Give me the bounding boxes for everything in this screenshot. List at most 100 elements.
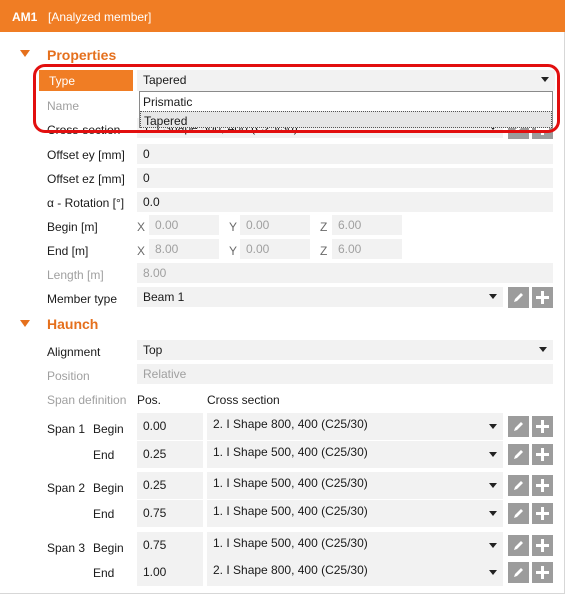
section-haunch-title: Haunch (47, 316, 99, 332)
end-z-input: 6.00 (332, 239, 402, 259)
begin-row-label: Begin (93, 541, 124, 555)
member-id: AM1 (12, 10, 38, 24)
add-cross-section-button[interactable] (532, 416, 553, 437)
begin-z-input: 6.00 (332, 215, 402, 235)
position-label: Position (47, 369, 90, 383)
alignment-label: Alignment (47, 345, 101, 359)
chevron-down-icon (489, 483, 497, 488)
end-row-label: End (93, 448, 115, 462)
pencil-icon (514, 541, 523, 550)
span-label: Span 1 (47, 422, 86, 436)
edit-cross-section-button[interactable] (508, 444, 529, 465)
edit-cross-section-button[interactable] (508, 416, 529, 437)
add-cross-section-button[interactable] (532, 503, 553, 524)
add-member-type-button[interactable] (532, 287, 553, 308)
span-begin-cross-section-value: 1. I Shape 500, 400 (C25/30) (213, 476, 368, 490)
edit-cross-section-button[interactable] (508, 562, 529, 583)
begin-x-input: 0.00 (149, 215, 219, 235)
begin-row-label: Begin (93, 481, 124, 495)
pos-column-header: Pos. (137, 393, 162, 407)
panel-header: AM1 [Analyzed member] (0, 0, 565, 32)
offset-ez-label: Offset ez [mm] (47, 172, 125, 186)
member-type-select[interactable]: Beam 1 (137, 287, 503, 307)
end-z-axis-label: Z (320, 244, 328, 258)
span-end-cross-section-value: 2. I Shape 800, 400 (C25/30) (213, 563, 368, 577)
span-end-cross-section-select[interactable]: 1. I Shape 500, 400 (C25/30) (207, 441, 503, 468)
plus-icon (536, 566, 549, 579)
plus-icon (536, 507, 549, 520)
span-begin-cross-section-value: 1. I Shape 500, 400 (C25/30) (213, 536, 368, 550)
cross-section-column-header: Cross section (207, 393, 280, 407)
plus-icon (536, 539, 549, 552)
chevron-down-icon (489, 294, 497, 299)
span-begin-pos-input[interactable]: 0.00 (137, 413, 203, 440)
begin-z-axis-label: Z (320, 220, 328, 234)
begin-x-axis-label: X (137, 220, 146, 234)
rotation-input[interactable]: 0.0 (137, 192, 553, 212)
span-end-pos-input[interactable]: 0.75 (137, 500, 203, 527)
length-value: 8.00 (137, 263, 553, 283)
pencil-icon (514, 422, 523, 431)
span-definition-label: Span definition (47, 393, 127, 407)
span-end-cross-section-value: 1. I Shape 500, 400 (C25/30) (213, 445, 368, 459)
edit-cross-section-button[interactable] (508, 503, 529, 524)
chevron-down-icon (489, 570, 497, 575)
end-x-axis-label: X (137, 244, 146, 258)
span-end-pos-input[interactable]: 1.00 (137, 559, 203, 586)
member-type-label: Member type (47, 292, 118, 306)
end-y-axis-label: Y (229, 244, 238, 258)
add-cross-section-button[interactable] (532, 562, 553, 583)
add-cross-section-button[interactable] (532, 475, 553, 496)
edit-cross-section-button[interactable] (508, 535, 529, 556)
end-row-label: End (93, 566, 115, 580)
span-end-pos-input[interactable]: 0.25 (137, 441, 203, 468)
collapse-properties-icon[interactable] (20, 50, 30, 57)
chevron-down-icon (489, 511, 497, 516)
span-begin-pos-input[interactable]: 0.25 (137, 472, 203, 499)
end-row-label: End (93, 507, 115, 521)
span-label: Span 2 (47, 481, 86, 495)
offset-ez-input[interactable]: 0 (137, 168, 553, 188)
member-type-value: Beam 1 (143, 290, 185, 304)
highlight-box (33, 64, 560, 133)
collapse-haunch-icon[interactable] (20, 320, 30, 327)
chevron-down-icon (489, 543, 497, 548)
span-begin-cross-section-select[interactable]: 2. I Shape 800, 400 (C25/30) (207, 413, 503, 440)
position-value: Relative (137, 364, 553, 384)
span-begin-pos-input[interactable]: 0.75 (137, 532, 203, 559)
plus-icon (536, 291, 549, 304)
span-begin-cross-section-select[interactable]: 1. I Shape 500, 400 (C25/30) (207, 472, 503, 499)
plus-icon (536, 479, 549, 492)
section-properties-title: Properties (47, 47, 117, 63)
plus-icon (536, 448, 549, 461)
span-begin-cross-section-select[interactable]: 1. I Shape 500, 400 (C25/30) (207, 532, 503, 559)
add-cross-section-button[interactable] (532, 535, 553, 556)
span-end-cross-section-value: 1. I Shape 500, 400 (C25/30) (213, 504, 368, 518)
offset-ey-label: Offset ey [mm] (47, 148, 125, 162)
span-end-cross-section-select[interactable]: 2. I Shape 800, 400 (C25/30) (207, 559, 503, 586)
end-label: End [m] (47, 244, 89, 258)
end-x-input: 8.00 (149, 239, 219, 259)
alignment-select[interactable]: Top (137, 340, 553, 360)
edit-cross-section-button[interactable] (508, 475, 529, 496)
pencil-icon (514, 481, 523, 490)
member-name: [Analyzed member] (48, 10, 152, 24)
pencil-icon (514, 450, 523, 459)
chevron-down-icon (489, 452, 497, 457)
span-begin-cross-section-value: 2. I Shape 800, 400 (C25/30) (213, 417, 368, 431)
pencil-icon (514, 293, 523, 302)
offset-ey-input[interactable]: 0 (137, 144, 553, 164)
pencil-icon (514, 568, 523, 577)
begin-label: Begin [m] (47, 220, 98, 234)
end-y-input: 0.00 (240, 239, 310, 259)
alignment-value: Top (143, 343, 163, 357)
length-label: Length [m] (47, 268, 104, 282)
chevron-down-icon (539, 347, 547, 352)
add-cross-section-button[interactable] (532, 444, 553, 465)
span-end-cross-section-select[interactable]: 1. I Shape 500, 400 (C25/30) (207, 500, 503, 527)
begin-y-axis-label: Y (229, 220, 238, 234)
edit-member-type-button[interactable] (508, 287, 529, 308)
span-label: Span 3 (47, 541, 86, 555)
pencil-icon (514, 509, 523, 518)
begin-row-label: Begin (93, 422, 124, 436)
